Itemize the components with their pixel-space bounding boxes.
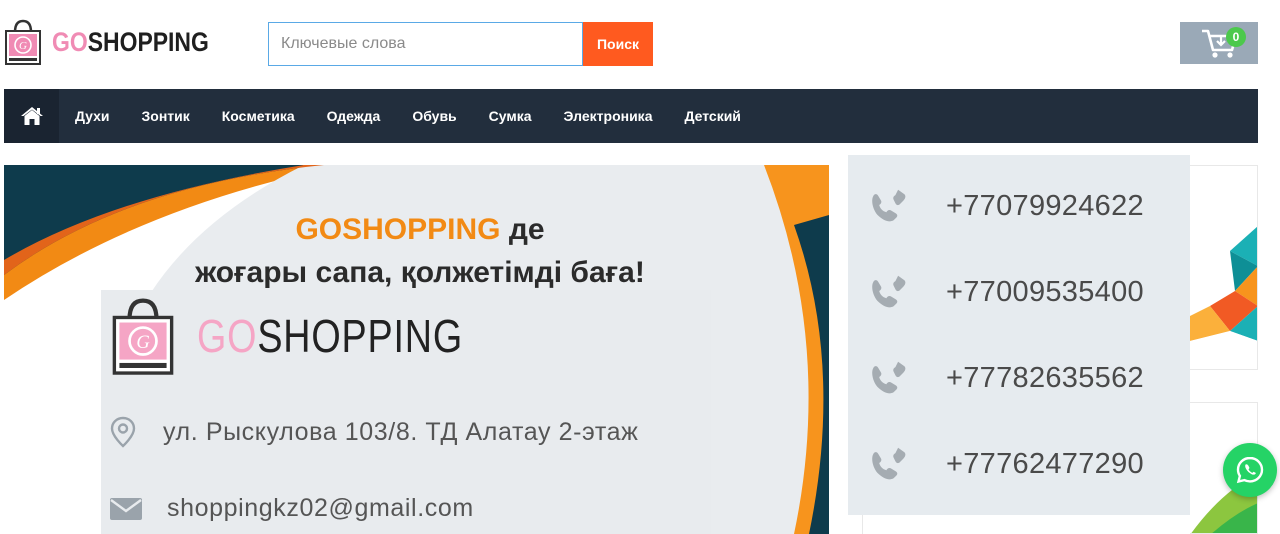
phone-icon [872, 275, 906, 308]
home-icon [20, 107, 43, 125]
site-logo[interactable]: G GOSHOPPING [4, 18, 237, 66]
email-text: shoppingkz02@gmail.com [167, 494, 474, 522]
logo-text-go: GO [52, 26, 88, 57]
nav-item-perfume[interactable]: Духи [59, 89, 126, 143]
banner-title: GOSHOPPING де жоғары сапа, қолжетімді ба… [4, 208, 829, 294]
cart-button[interactable]: 0 [1180, 22, 1258, 64]
page: G GOSHOPPING Поиск 0 Духи Зонтик Космети [0, 0, 1280, 534]
nav-item-kids[interactable]: Детский [668, 89, 756, 143]
mail-icon [110, 497, 142, 520]
phone-number: +77762477290 [946, 447, 1144, 480]
phone-number: +77079924622 [946, 189, 1144, 222]
logo-text: GOSHOPPING [52, 27, 209, 58]
nav-item-clothing[interactable]: Одежда [311, 89, 397, 143]
nav-item-bags[interactable]: Сумка [473, 89, 548, 143]
phone-icon [872, 447, 906, 480]
side-banner-top[interactable] [1190, 165, 1258, 370]
card-logo-go: GO [197, 310, 258, 362]
phones-panel: +77079924622 +77009535400 +77782635562 +… [848, 155, 1190, 515]
phone-number: +77782635562 [946, 361, 1144, 394]
svg-text:G: G [19, 40, 27, 52]
address-text: ул. Рыскулова 103/8. ТД Алатау 2-этаж [163, 417, 639, 446]
phone-row[interactable]: +77782635562 [870, 357, 1144, 399]
phone-icon [872, 189, 906, 222]
location-icon [110, 416, 136, 448]
phone-row[interactable]: +77762477290 [870, 443, 1144, 485]
nav-item-cosmetics[interactable]: Косметика [206, 89, 311, 143]
whatsapp-button[interactable] [1223, 443, 1277, 497]
divider [862, 515, 1190, 534]
phone-icon [872, 361, 906, 394]
nav-home[interactable] [4, 89, 59, 143]
contact-card: G GOSHOPPING ул. Рыскулова 103/8. ТД Ала… [101, 290, 711, 534]
nav-item-shoes[interactable]: Обувь [396, 89, 472, 143]
cart-count-badge: 0 [1226, 27, 1246, 47]
search-button[interactable]: Поиск [583, 22, 653, 66]
search-input[interactable] [268, 22, 583, 66]
nav-item-electronics[interactable]: Электроника [548, 89, 669, 143]
main-nav: Духи Зонтик Косметика Одежда Обувь Сумка… [4, 89, 1258, 143]
banner-title-brand: GOSHOPPING [295, 213, 501, 246]
search-bar: Поиск [268, 22, 653, 66]
shopping-bag-logo-icon: G [112, 298, 174, 375]
shopping-bag-logo-icon: G [5, 19, 41, 65]
email-row: shoppingkz02@gmail.com [109, 494, 474, 523]
phone-row[interactable]: +77079924622 [870, 185, 1144, 227]
banner-title-line2: жоғары сапа, қолжетімді баға! [195, 256, 645, 289]
phone-row[interactable]: +77009535400 [870, 271, 1144, 313]
nav-item-umbrella[interactable]: Зонтик [126, 89, 206, 143]
whatsapp-icon [1236, 456, 1264, 484]
phone-number: +77009535400 [946, 275, 1144, 308]
logo-text-shopping: SHOPPING [87, 26, 209, 57]
card-logo-text: GOSHOPPING [197, 309, 463, 363]
svg-text:G: G [136, 332, 149, 353]
address-row: ул. Рыскулова 103/8. ТД Алатау 2-этаж [109, 416, 638, 448]
promo-banner[interactable]: GOSHOPPING де жоғары сапа, қолжетімді ба… [4, 165, 829, 534]
card-logo-shopping: SHOPPING [257, 310, 464, 362]
side-banner-graphic [1190, 226, 1257, 369]
banner-title-suffix: де [500, 213, 545, 246]
card-logo: G GOSHOPPING [111, 295, 521, 377]
